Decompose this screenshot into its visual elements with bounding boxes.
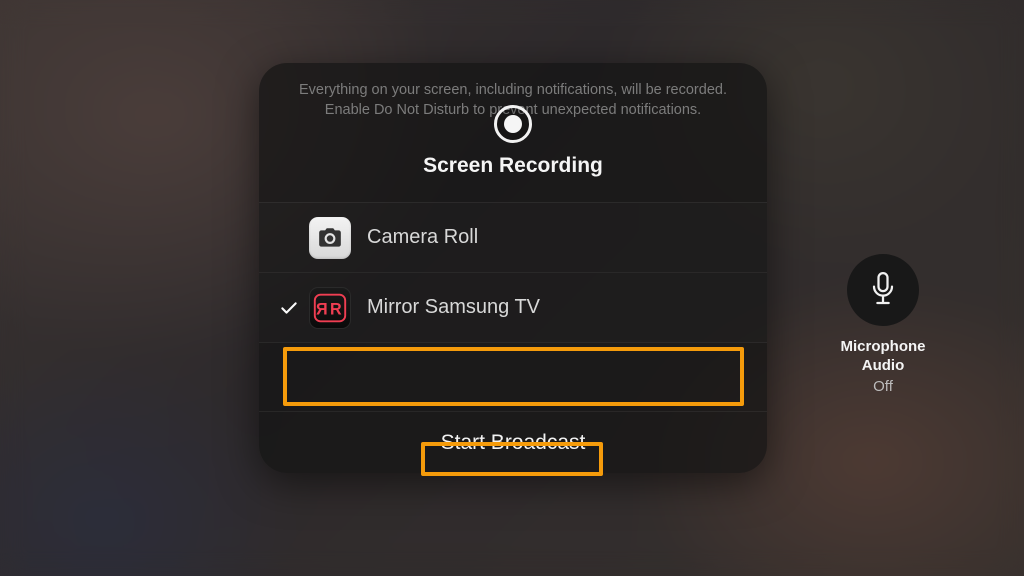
- destination-mirror-samsung-tv[interactable]: R R Mirror Samsung TV: [259, 273, 767, 343]
- start-broadcast-label: Start Broadcast: [441, 431, 586, 455]
- destination-label: Mirror Samsung TV: [367, 296, 540, 319]
- start-broadcast-button[interactable]: Start Broadcast: [259, 411, 767, 473]
- camera-icon: [317, 225, 343, 251]
- record-dot-icon: [504, 115, 522, 133]
- destination-list: Camera Roll R R: [259, 202, 767, 343]
- checkmark-icon: [279, 298, 299, 318]
- svg-text:R: R: [330, 300, 342, 318]
- microphone-toggle-button[interactable]: [847, 254, 919, 326]
- panel-header: Everything on your screen, including not…: [259, 63, 767, 188]
- microphone-state: Off: [813, 378, 953, 395]
- mirror-app-icon: R R: [309, 287, 351, 329]
- microphone-icon: [869, 272, 897, 308]
- stage: Everything on your screen, including not…: [0, 0, 1024, 576]
- destination-camera-roll[interactable]: Camera Roll: [259, 203, 767, 273]
- destination-label: Camera Roll: [367, 226, 478, 249]
- camera-roll-icon: [309, 217, 351, 259]
- svg-text:R: R: [316, 300, 328, 318]
- microphone-toggle-group: Microphone Audio Off: [813, 254, 953, 395]
- selection-check: [273, 298, 305, 318]
- screen-recording-panel: Everything on your screen, including not…: [259, 63, 767, 473]
- panel-title: Screen Recording: [299, 154, 727, 178]
- record-icon: [494, 105, 532, 143]
- mirror-rr-icon: R R: [311, 289, 349, 327]
- microphone-title: Microphone Audio: [813, 338, 953, 376]
